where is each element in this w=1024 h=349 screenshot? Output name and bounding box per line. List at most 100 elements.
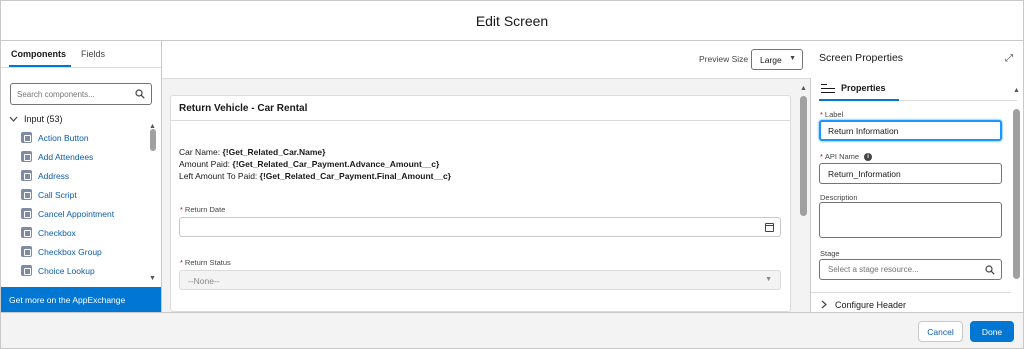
display-text-amount-paid: Amount Paid: {!Get_Related_Car_Payment.A… <box>179 159 439 169</box>
required-mark: * <box>180 258 183 267</box>
component-label: Add Attendees <box>38 151 94 162</box>
component-label: Call Script <box>38 189 77 200</box>
tab-fields[interactable]: Fields <box>79 41 110 67</box>
scroll-up-icon[interactable]: ▲ <box>1013 87 1020 94</box>
configure-header-label: Configure Header <box>835 300 907 310</box>
expand-icon[interactable]: ⤢ <box>1005 53 1013 64</box>
component-item-action-button[interactable]: Action Button <box>21 128 147 147</box>
component-item-checkbox-group[interactable]: Checkbox Group <box>21 242 147 261</box>
return-status-label: * Return Status <box>180 258 231 267</box>
properties-icon <box>821 83 835 94</box>
component-item-cancel-appointment[interactable]: Cancel Appointment <box>21 204 147 223</box>
preview-size-label: Preview Size <box>699 54 749 64</box>
return-date-label: * Return Date <box>180 205 225 214</box>
component-item-call-script[interactable]: Call Script <box>21 185 147 204</box>
chevron-down-icon: ▼ <box>789 55 796 62</box>
chevron-down-icon: ▼ <box>765 276 772 283</box>
display-text-car-name: Car Name: {!Get_Related_Car.Name} <box>179 147 325 157</box>
screen-title: Return Vehicle - Car Rental <box>179 103 308 114</box>
calendar-icon[interactable] <box>765 223 774 232</box>
chevron-down-icon <box>9 116 18 122</box>
component-label: Action Button <box>38 132 89 143</box>
return-date-input[interactable] <box>179 217 781 237</box>
component-list-scrollbar[interactable]: ▲ ▼ <box>149 123 157 283</box>
stage-search-input[interactable]: Select a stage resource... <box>819 259 1002 280</box>
canvas-scrollbar[interactable]: ▲ <box>799 85 808 310</box>
return-status-value: --None-- <box>188 276 220 286</box>
merge-field: {!Get_Related_Car_Payment.Advance_Amount… <box>232 159 440 169</box>
properties-scrollbar[interactable]: ▲ <box>1012 79 1021 309</box>
input-group-header[interactable]: Input (53) <box>9 114 63 124</box>
properties-title: Screen Properties <box>819 52 904 64</box>
merge-field: {!Get_Related_Car.Name} <box>222 147 326 157</box>
scroll-down-icon[interactable]: ▼ <box>149 275 156 282</box>
label-input[interactable]: Return Information <box>819 120 1002 141</box>
description-label: Description <box>820 193 858 202</box>
tab-properties[interactable]: Properties <box>819 77 899 101</box>
properties-tabbar: Properties <box>819 77 1017 101</box>
api-name-input[interactable]: Return_Information <box>819 163 1002 184</box>
component-label: Address <box>38 170 70 181</box>
checkbox-group-icon <box>21 246 32 257</box>
return-status-select[interactable]: --None-- ▼ <box>179 270 781 290</box>
required-mark: * <box>180 205 183 214</box>
component-label: Choice Lookup <box>38 265 95 276</box>
modal-footer: Cancel Done <box>1 312 1023 348</box>
edit-screen-modal: Edit Screen Components Fields Input (53)… <box>0 0 1024 349</box>
component-label: Cancel Appointment <box>38 208 115 219</box>
component-item-choice-lookup[interactable]: Choice Lookup <box>21 261 147 280</box>
choice-lookup-icon <box>21 265 32 276</box>
scrollbar-thumb[interactable] <box>1013 109 1020 279</box>
field-label-text: Return Date <box>184 205 226 214</box>
preview-bar: Preview Size Large ▼ <box>162 41 811 79</box>
scrollbar-thumb[interactable] <box>800 96 807 216</box>
merge-field: {!Get_Related_Car_Payment.Final_Amount__… <box>259 171 451 181</box>
cancel-appointment-icon <box>21 208 32 219</box>
tab-components[interactable]: Components <box>9 41 71 67</box>
action-button-icon <box>21 132 32 143</box>
screen-canvas: Preview Size Large ▼ Return Vehicle - Ca… <box>162 41 811 312</box>
modal-title: Edit Screen <box>475 12 549 29</box>
preview-size-value: Large <box>760 55 782 65</box>
display-text-left-amount: Left Amount To Paid: {!Get_Related_Car_P… <box>179 171 451 181</box>
modal-header: Edit Screen <box>1 1 1023 41</box>
required-mark: * <box>820 152 823 161</box>
text-prefix: Car Name: <box>179 147 223 157</box>
search-components-field[interactable] <box>10 83 152 105</box>
call-script-icon <box>21 189 32 200</box>
component-label: Checkbox Group <box>38 246 102 257</box>
appexchange-link[interactable]: Get more on the AppExchange <box>1 287 161 312</box>
preview-size-select[interactable]: Large ▼ <box>751 49 803 70</box>
component-list: Action Button Add Attendees Address Call… <box>21 128 147 280</box>
search-icon <box>135 89 145 99</box>
label-field-label: * Label <box>820 110 843 119</box>
component-item-checkbox[interactable]: Checkbox <box>21 223 147 242</box>
tab-label: Properties <box>841 83 886 93</box>
required-mark: * <box>820 110 823 119</box>
cancel-button[interactable]: Cancel <box>918 321 963 342</box>
divider <box>171 120 790 121</box>
input-group-label: Input (53) <box>24 114 63 124</box>
add-attendees-icon <box>21 151 32 162</box>
stage-label: Stage <box>820 249 840 258</box>
screen-properties-panel: Screen Properties ⤢ Properties * Label Re… <box>811 41 1023 312</box>
search-components-input[interactable] <box>17 89 135 99</box>
component-item-address[interactable]: Address <box>21 166 147 185</box>
scrollbar-thumb[interactable] <box>150 129 156 151</box>
field-label-text: Return Status <box>184 258 231 267</box>
scroll-up-icon[interactable]: ▲ <box>800 85 807 92</box>
description-textarea[interactable] <box>819 202 1002 238</box>
components-panel: Components Fields Input (53) Action Butt… <box>1 41 162 312</box>
configure-header-section[interactable]: Configure Header <box>811 292 1011 312</box>
text-prefix: Amount Paid: <box>179 159 233 169</box>
info-icon[interactable]: i <box>864 153 873 162</box>
component-label: Checkbox <box>38 227 76 238</box>
screen-preview-card[interactable]: Return Vehicle - Car Rental Car Name: {!… <box>170 95 791 312</box>
component-item-add-attendees[interactable]: Add Attendees <box>21 147 147 166</box>
chevron-right-icon <box>821 300 827 309</box>
field-label-text: API Name <box>824 152 860 161</box>
address-icon <box>21 170 32 181</box>
done-button[interactable]: Done <box>970 321 1014 342</box>
panel-tabs: Components Fields <box>1 41 161 68</box>
field-label-text: Label <box>824 110 844 119</box>
